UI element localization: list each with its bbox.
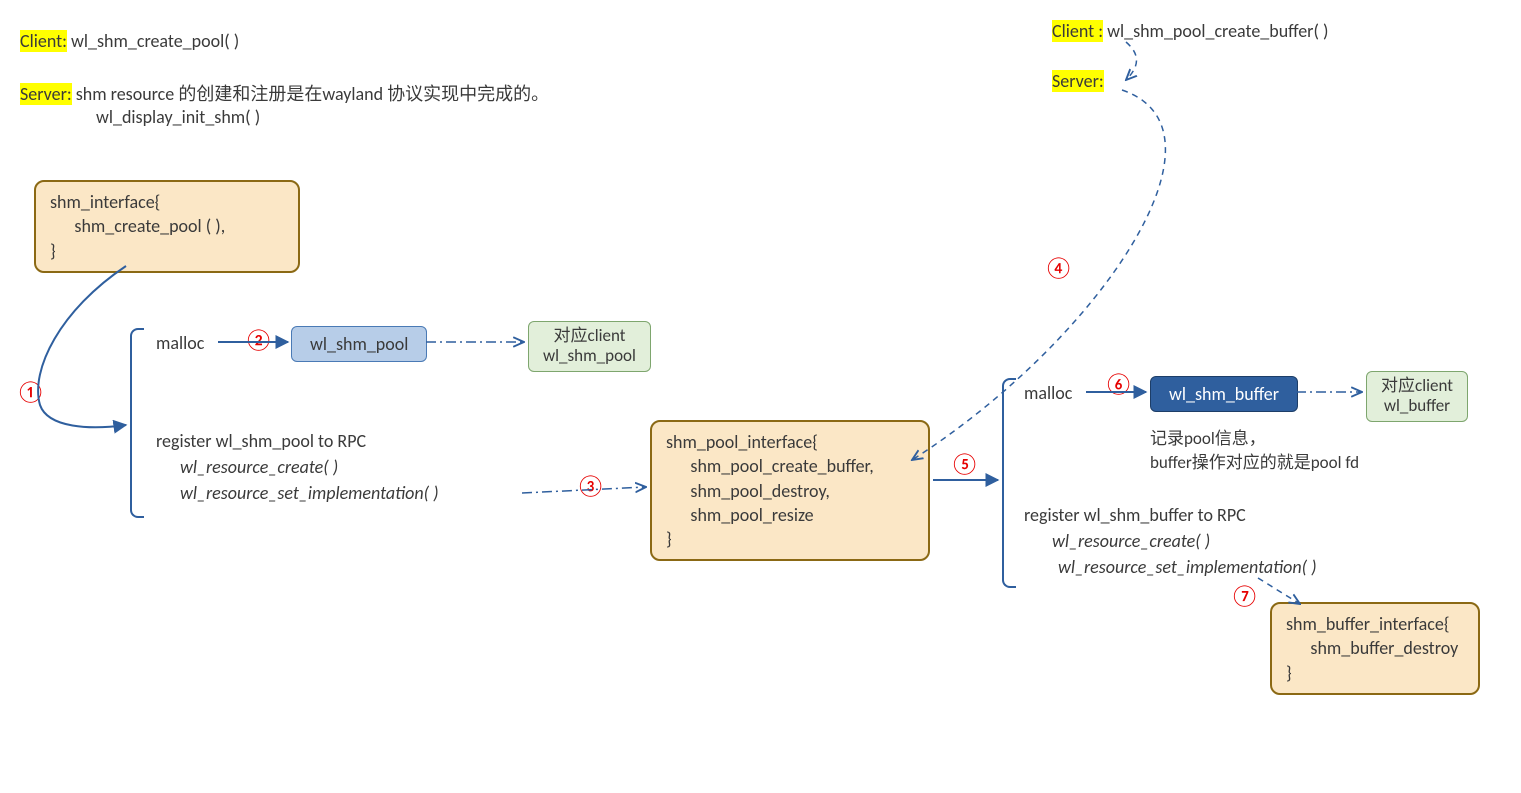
client-match-l2-right: wl_buffer [1381,396,1453,416]
client-call-left: wl_shm_create_pool( ) [67,30,239,52]
shm-interface-l1: shm_interface{ [50,190,284,214]
right-bracket [1002,378,1016,588]
step-2: ② [244,326,273,353]
right-client-line: Client : wl_shm_pool_create_buffer( ) [1052,20,1328,42]
left-malloc-text: malloc [156,332,204,354]
left-server-line1: Server: shm resource 的创建和注册是在wayland 协议实… [20,80,549,106]
client-call-right: wl_shm_pool_create_buffer( ) [1103,20,1328,42]
shm-interface-l3: } [50,239,284,263]
client-match-l1-left: 对应client [543,326,636,346]
step-7: ⑦ [1230,582,1259,609]
step-3: ③ [576,472,605,499]
highlight-client-left: Client: [20,30,67,52]
highlight-server-left: Server: [20,83,72,105]
register-pool-title: register wl_shm_pool to RPC [156,430,366,452]
note-l1: 记录pool信息， [1150,424,1266,449]
note-l2: buffer操作对应的就是pool fd [1150,448,1359,473]
step-1: ① [16,378,45,405]
right-server-line: Server: [1052,70,1104,92]
shm-interface-l2: shm_create_pool ( ), [50,214,284,238]
register-buffer-title: register wl_shm_buffer to RPC [1024,504,1246,526]
right-malloc-text: malloc [1024,382,1072,404]
shm-interface-box: shm_interface{ shm_create_pool ( ), } [34,180,300,273]
left-server-line2: wl_display_init_shm( ) [96,106,260,128]
shm-pool-if-l2: shm_pool_create_buffer, [666,454,914,478]
shm-pool-if-l3: shm_pool_destroy, [666,479,914,503]
rc-set-impl-right: wl_resource_set_implementation( ) [1058,556,1317,578]
client-match-l2-left: wl_shm_pool [543,346,636,366]
client-match-l1-right: 对应client [1381,376,1453,396]
highlight-client-right: Client : [1052,20,1103,42]
step-4: ④ [1044,254,1073,281]
shm-pool-if-l5: } [666,527,914,551]
step-5: ⑤ [950,450,979,477]
rc-create-right: wl_resource_create( ) [1052,530,1210,552]
client-shm-pool-match: 对应client wl_shm_pool [528,321,651,372]
rc-set-impl-left: wl_resource_set_implementation( ) [180,482,439,504]
server-text-left: shm resource 的创建和注册是在wayland 协议实现中完成的。 [72,83,549,105]
shm-buf-if-l3: } [1286,661,1464,685]
shm-buffer-interface-box: shm_buffer_interface{ shm_buffer_destroy… [1270,602,1480,695]
step-6: ⑥ [1104,370,1133,397]
rc-create-left: wl_resource_create( ) [180,456,338,478]
client-buffer-match: 对应client wl_buffer [1366,371,1468,422]
shm-buf-if-l2: shm_buffer_destroy [1286,636,1464,660]
wl-shm-buffer-box: wl_shm_buffer [1150,376,1298,412]
shm-pool-interface-box: shm_pool_interface{ shm_pool_create_buff… [650,420,930,561]
shm-pool-if-l4: shm_pool_resize [666,503,914,527]
left-client-line: Client: wl_shm_create_pool( ) [20,30,239,52]
wl-shm-pool-box: wl_shm_pool [291,326,427,362]
shm-pool-if-l1: shm_pool_interface{ [666,430,914,454]
highlight-server-right: Server: [1052,70,1104,92]
left-bracket [130,328,144,518]
shm-buf-if-l1: shm_buffer_interface{ [1286,612,1464,636]
